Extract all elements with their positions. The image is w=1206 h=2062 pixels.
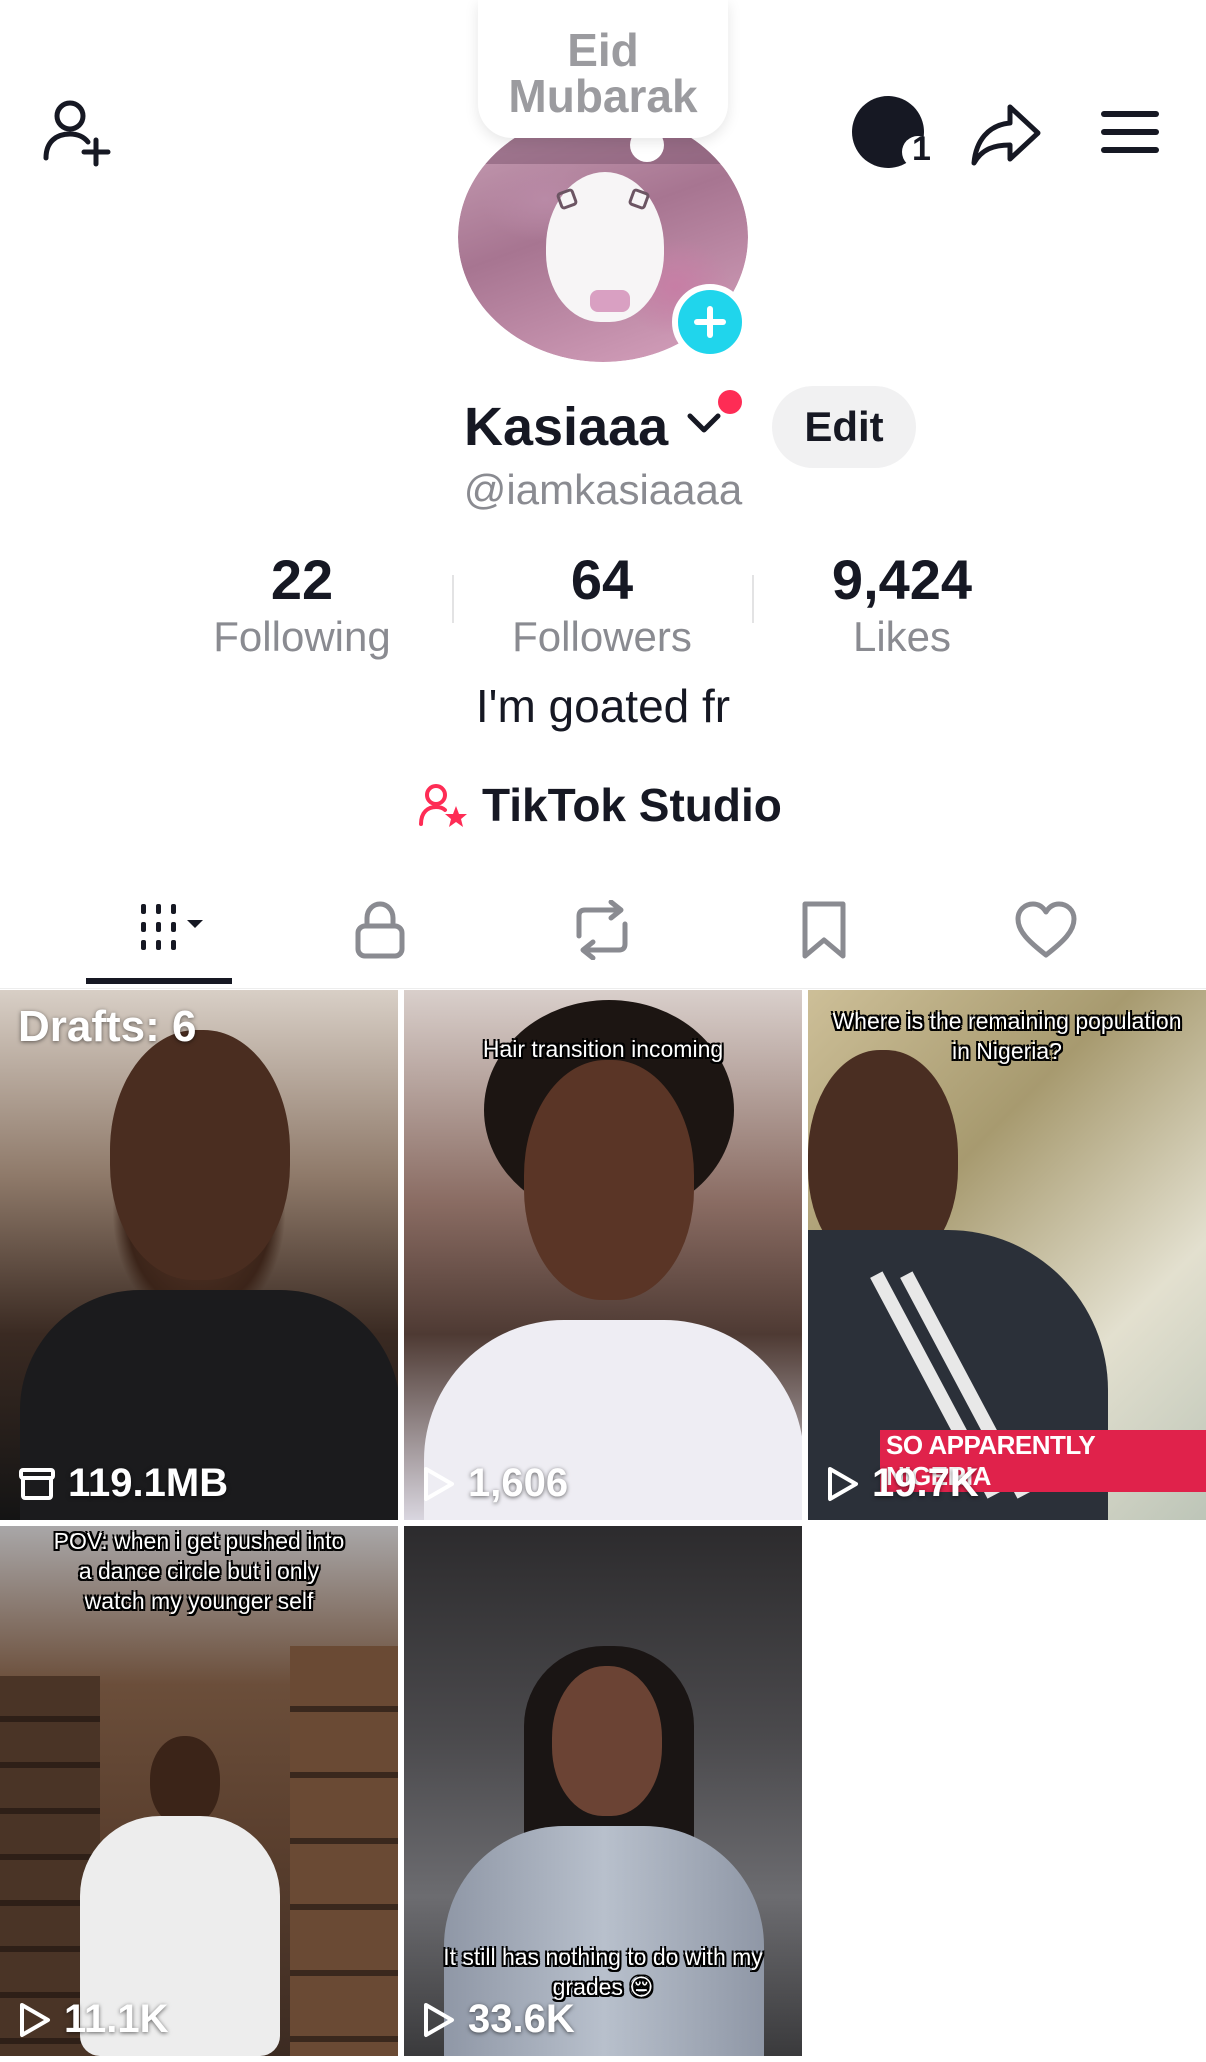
edit-profile-button[interactable]: Edit <box>772 386 916 468</box>
username-handle: @iamkasiaaaa <box>463 466 743 513</box>
video-thumbnail-subject <box>110 1030 290 1280</box>
profile-views-count: 1 <box>912 130 931 168</box>
drafts-label: Drafts: 6 <box>18 1002 197 1051</box>
plus-icon <box>694 306 726 338</box>
following-label: Following <box>213 613 391 660</box>
video-views-count: 19.7K <box>872 1461 979 1505</box>
note-text: Eid Mubarak <box>508 24 698 122</box>
video-tile[interactable]: Hair transition incoming 1,606 <box>404 990 802 1520</box>
grid-bars-icon <box>141 904 203 950</box>
video-tile[interactable]: It still has nothing to do with my grade… <box>404 1526 802 2056</box>
video-views: 33.6K <box>422 1997 575 2042</box>
play-icon <box>424 1466 454 1501</box>
tiktok-studio-link[interactable]: TikTok Studio <box>418 774 782 836</box>
drafts-size-value: 119.1MB <box>68 1461 229 1505</box>
drafts-size: 119.1MB <box>18 1461 228 1506</box>
play-icon <box>828 1466 858 1501</box>
active-tab-indicator <box>86 978 232 984</box>
video-tile[interactable]: POV: when i get pushed into a dance circ… <box>0 1526 398 2056</box>
likes-label: Likes <box>852 613 952 660</box>
following-count: 22 <box>270 548 334 611</box>
chevron-down-icon[interactable] <box>686 410 722 438</box>
followers-label: Followers <box>512 613 692 660</box>
person-add-icon <box>43 100 111 167</box>
person-star-icon <box>419 784 467 827</box>
note-bubble[interactable]: Eid Mubarak <box>478 0 728 138</box>
stat-likes[interactable]: 9,424 Likes <box>752 548 1052 662</box>
video-thumbnail-shelves <box>290 1646 398 2056</box>
profile-bio: I'm goated fr <box>475 680 731 732</box>
profile-views-button[interactable]: 1 <box>846 92 936 172</box>
followers-count: 64 <box>570 548 634 611</box>
video-tile[interactable]: Where is the remaining population in Nig… <box>808 990 1206 1520</box>
stat-following[interactable]: 22 Following <box>152 548 452 662</box>
profile-tabs <box>0 880 1206 990</box>
tiktok-studio-label: TikTok Studio <box>482 779 782 831</box>
share-arrow-icon <box>971 104 1041 166</box>
video-views: 11.1K <box>18 1997 169 2042</box>
video-views: 1,606 <box>422 1461 568 1506</box>
video-thumbnail-subject <box>524 1060 694 1300</box>
drafts-box-icon <box>19 1467 55 1500</box>
tab-private[interactable] <box>330 880 430 980</box>
lock-icon <box>355 901 405 959</box>
bookmark-icon <box>802 901 846 959</box>
tabs-divider <box>0 988 1206 989</box>
play-icon <box>20 2002 50 2037</box>
video-caption: Hair transition incoming <box>482 1036 724 1062</box>
add-story-button[interactable] <box>672 284 748 360</box>
heart-icon <box>1015 901 1077 958</box>
notification-dot <box>718 390 742 414</box>
stat-followers[interactable]: 64 Followers <box>452 548 752 662</box>
video-thumbnail-subject <box>150 1736 220 1826</box>
video-views-count: 33.6K <box>468 1997 575 2041</box>
video-views-count: 11.1K <box>64 1997 169 2041</box>
avatar-bow <box>590 290 630 312</box>
drafts-tile[interactable]: Drafts: 6 119.1MB <box>0 990 398 1520</box>
repost-icon <box>576 900 628 960</box>
video-views-count: 1,606 <box>468 1461 569 1505</box>
tab-favorites[interactable] <box>774 880 874 980</box>
play-icon <box>424 2002 454 2037</box>
share-button[interactable] <box>966 96 1046 172</box>
profile-name[interactable]: Kasiaaa <box>464 392 668 462</box>
video-caption: POV: when i get pushed into a dance circ… <box>53 1528 345 1614</box>
video-thumbnail-subject <box>552 1666 662 1816</box>
video-views: 19.7K <box>826 1461 979 1506</box>
add-friend-button[interactable] <box>36 90 116 170</box>
video-caption: Where is the remaining population in Nig… <box>832 1008 1182 1064</box>
video-caption: It still has nothing to do with my grade… <box>443 1944 763 2000</box>
menu-button[interactable] <box>1092 100 1168 164</box>
likes-count: 9,424 <box>831 548 973 611</box>
tab-videos[interactable] <box>86 880 232 980</box>
tab-reposts[interactable] <box>552 880 652 980</box>
hamburger-menu-icon <box>1101 111 1159 153</box>
tab-liked[interactable] <box>996 880 1096 980</box>
